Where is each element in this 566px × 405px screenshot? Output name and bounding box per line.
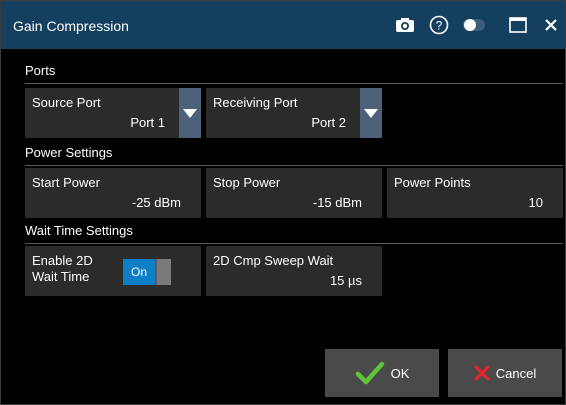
source-port-dropdown-button[interactable] [179,88,201,138]
stop-power-value: -15 dBm [312,195,362,210]
start-power-value: -25 dBm [131,195,181,210]
receiving-port-value: Port 2 [311,115,346,130]
section-ports: Ports [25,63,563,84]
chevron-down-icon [183,108,197,118]
camera-icon[interactable] [393,14,417,36]
ok-button[interactable]: OK [325,349,439,397]
section-power-settings: Power Settings [25,145,563,166]
gain-compression-dialog: Gain Compression ? Ports Source Port Por… [0,0,566,405]
cancel-x-icon [474,365,490,381]
maximize-icon[interactable] [506,14,530,36]
power-points-label: Power Points [394,175,471,190]
sweep-wait-field[interactable]: 2D Cmp Sweep Wait 15 µs [206,246,382,296]
receiving-port-dropdown-button[interactable] [360,88,382,138]
toggle-dot-icon[interactable] [462,14,486,36]
section-wait-time-settings: Wait Time Settings [25,223,563,244]
ok-label: OK [390,365,410,381]
help-icon[interactable]: ? [427,14,451,36]
stop-power-label: Stop Power [213,175,281,190]
toggle-on-label: On [123,259,155,285]
power-points-value: 10 [528,195,543,210]
title-bar: Gain Compression ? [1,1,565,49]
source-port-value: Port 1 [130,115,165,130]
toggle-knob [157,259,171,285]
power-points-field[interactable]: Power Points 10 [387,168,563,218]
receiving-port-label: Receiving Port [213,95,298,110]
svg-text:?: ? [436,19,443,33]
cancel-label: Cancel [495,365,537,381]
sweep-wait-value: 15 µs [329,273,362,288]
source-port-dropdown[interactable]: Source Port Port 1 [25,88,201,138]
start-power-label: Start Power [32,175,100,190]
source-port-label: Source Port [32,95,101,110]
enable-2d-wait-time-control: Enable 2D Wait Time On [25,246,201,296]
stop-power-field[interactable]: Stop Power -15 dBm [206,168,382,218]
receiving-port-dropdown[interactable]: Receiving Port Port 2 [206,88,382,138]
sweep-wait-label: 2D Cmp Sweep Wait [213,253,334,268]
close-icon[interactable] [539,14,563,36]
enable-2d-wait-time-toggle[interactable]: On [123,259,171,285]
start-power-field[interactable]: Start Power -25 dBm [25,168,201,218]
dialog-title: Gain Compression [13,18,129,34]
cancel-button[interactable]: Cancel [448,349,562,397]
chevron-down-icon [364,108,378,118]
checkmark-icon [355,361,385,385]
enable-2d-wait-time-label: Enable 2D Wait Time [32,253,93,284]
